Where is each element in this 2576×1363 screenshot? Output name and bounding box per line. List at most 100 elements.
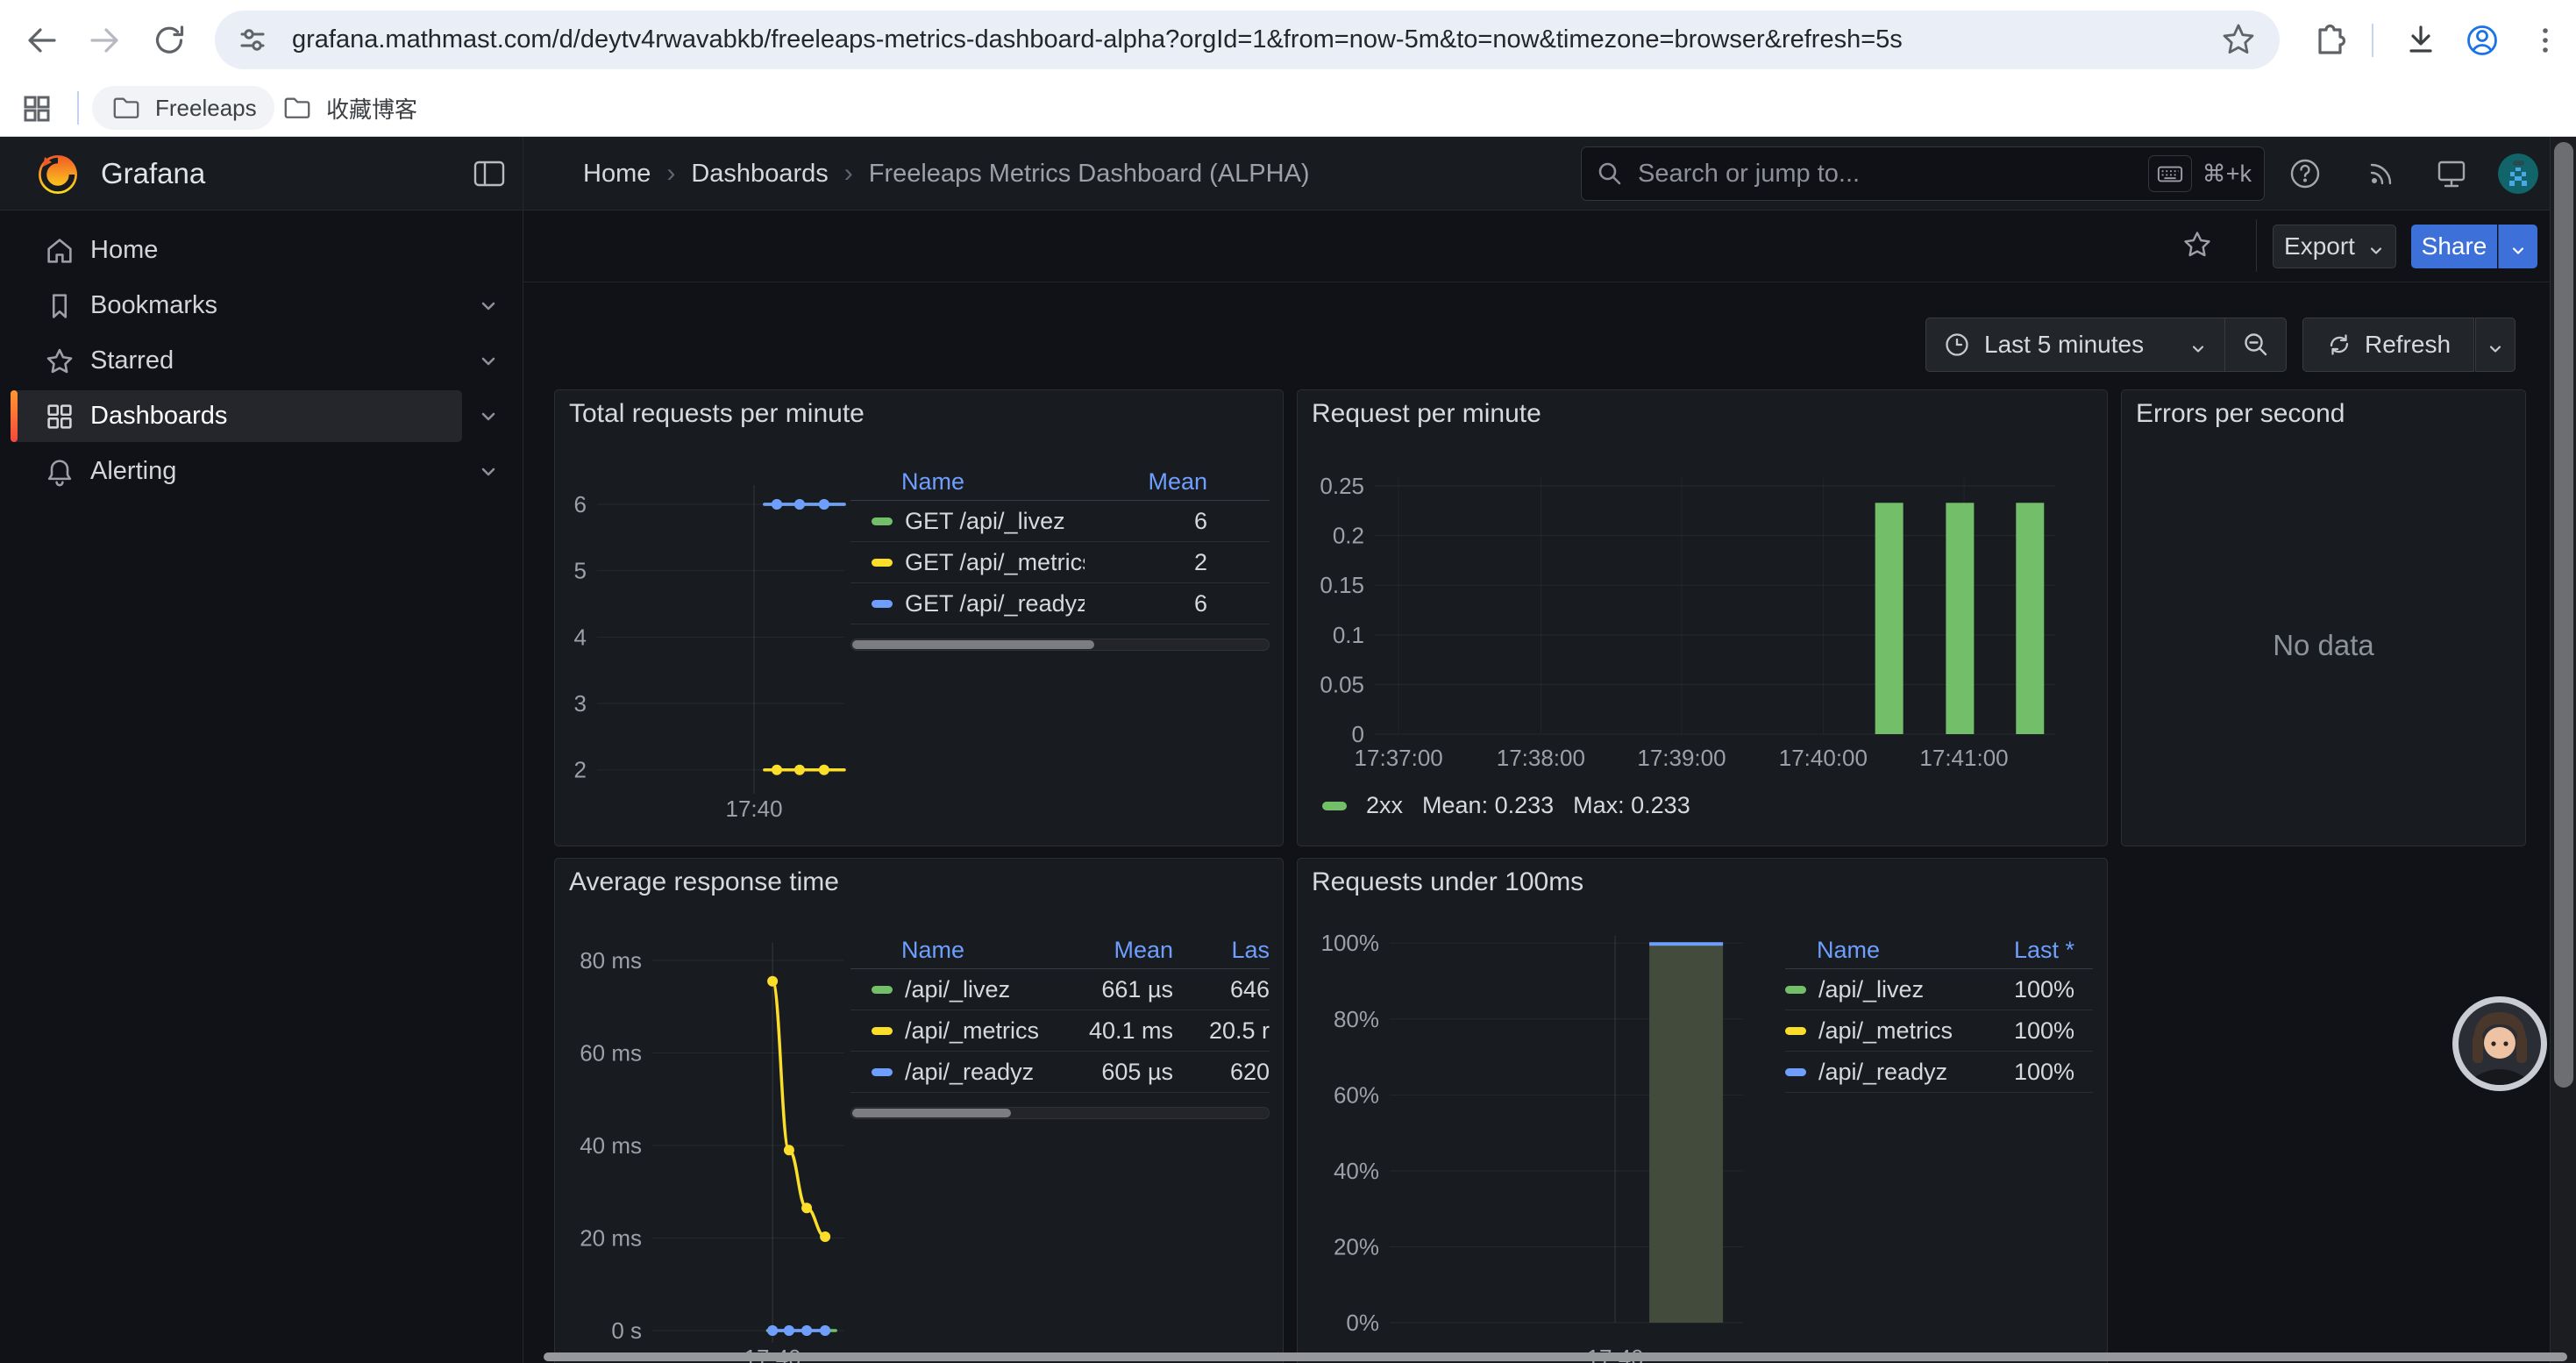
browser-menu-button[interactable] (2525, 20, 2565, 61)
export-button[interactable]: Export (2273, 225, 2396, 268)
table-row: /api/_readyz 605 µs 620 (850, 1052, 1270, 1093)
sidebar-item-home[interactable]: Home (0, 223, 523, 278)
chevron-down-icon[interactable] (478, 296, 499, 317)
profile-button[interactable] (2462, 20, 2502, 61)
svg-text:3: 3 (574, 690, 587, 717)
series-mean: 605 µs (1042, 1059, 1173, 1086)
time-range-picker[interactable]: Last 5 minutes (1925, 318, 2225, 372)
search-icon (1582, 160, 1638, 188)
address-bar[interactable]: grafana.mathmast.com/d/deytv4rwavabkb/fr… (215, 11, 2280, 69)
legend-series-name[interactable]: 2xx (1366, 792, 1403, 819)
sidebar-item-dashboards[interactable]: Dashboards (0, 389, 523, 444)
scrollbar-thumb[interactable] (2554, 142, 2573, 1088)
chevron-down-icon (2487, 336, 2504, 353)
series-swatch (1322, 802, 1347, 810)
series-swatch (1785, 1027, 1806, 1035)
series-name[interactable]: /api/_livez (905, 976, 1042, 1003)
bookmarks-divider (77, 91, 79, 125)
bookmark-folder-freeleaps[interactable]: Freeleaps (92, 86, 274, 130)
browser-forward-button[interactable] (85, 20, 125, 61)
zoom-out-icon (2242, 331, 2270, 359)
table-scrollbar[interactable] (850, 639, 1270, 651)
panel-requests-under-100ms: Requests under 100ms 100%80%60%40%20%0%1… (1297, 858, 2108, 1363)
col-header-mean[interactable]: Mean (1042, 937, 1173, 964)
col-header-name[interactable]: Name (901, 937, 1042, 964)
grafana-logo[interactable] (33, 149, 82, 198)
series-name[interactable]: /api/_livez (1818, 976, 1960, 1003)
bookmark-label: 收藏博客 (326, 92, 417, 125)
site-settings-icon[interactable] (232, 19, 273, 60)
apps-grid-icon[interactable] (19, 91, 54, 126)
col-header-last[interactable]: Last * (1960, 937, 2074, 964)
back-icon (21, 20, 61, 61)
series-swatch (1785, 986, 1806, 994)
search-input[interactable]: Search or jump to... ⌘+k (1581, 146, 2265, 201)
browser-back-button[interactable] (21, 20, 61, 61)
browser-chrome: grafana.mathmast.com/d/deytv4rwavabkb/fr… (0, 0, 2576, 137)
series-name[interactable]: /api/_readyz (905, 1059, 1042, 1086)
sidebar-item-bookmarks[interactable]: Bookmarks (0, 278, 523, 333)
panel-errors-per-second: Errors per second No data (2121, 389, 2526, 846)
help-button[interactable] (2288, 156, 2323, 191)
downloads-button[interactable] (2401, 20, 2441, 61)
bookmark-star-icon[interactable] (2218, 19, 2259, 60)
user-avatar[interactable] (2498, 153, 2538, 194)
zoom-out-time-button[interactable] (2225, 318, 2287, 372)
series-swatch (872, 986, 893, 994)
table-row: /api/_metrics 100% (1785, 1010, 2093, 1052)
clock-icon (1944, 332, 1970, 358)
table-row: GET /api/_livez 6 (850, 501, 1270, 542)
share-dropdown-button[interactable] (2498, 225, 2537, 268)
refresh-button[interactable]: Refresh (2302, 318, 2474, 372)
rss-icon (2364, 156, 2399, 191)
series-name[interactable]: GET /api/_metrics (905, 549, 1085, 576)
table-row: /api/_livez 661 µs 646 (850, 969, 1270, 1010)
panel-title[interactable]: Errors per second (2136, 399, 2345, 429)
share-button[interactable]: Share (2411, 225, 2497, 268)
chevron-down-icon[interactable] (478, 406, 499, 427)
series-name[interactable]: GET /api/_readyz (905, 590, 1085, 617)
refresh-interval-dropdown[interactable] (2475, 318, 2516, 372)
col-header-name[interactable]: Name (1817, 937, 1960, 964)
url-text[interactable]: grafana.mathmast.com/d/deytv4rwavabkb/fr… (292, 11, 2174, 69)
browser-reload-button[interactable] (149, 20, 189, 61)
svg-text:0.05: 0.05 (1320, 671, 1364, 697)
folder-icon (110, 91, 143, 125)
svg-text:0%: 0% (1346, 1309, 1379, 1336)
sidebar-item-starred[interactable]: Starred (0, 333, 523, 389)
bookmark-folder-blogs[interactable]: 收藏博客 (263, 86, 435, 130)
bar-chart: 0.250.20.150.10.05017:37:0017:38:0017:39… (1298, 390, 2108, 846)
panel-request-per-minute: Request per minute 0.250.20.150.10.05017… (1297, 389, 2108, 846)
extensions-button[interactable] (2308, 20, 2348, 61)
mega-menu-toggle[interactable] (473, 160, 505, 188)
bookmarks-bar: Freeleaps 收藏博客 (0, 81, 2576, 135)
kiosk-mode-button[interactable] (2434, 156, 2469, 191)
series-name[interactable]: GET /api/_livez (905, 508, 1085, 535)
svg-text:40%: 40% (1334, 1158, 1379, 1184)
breadcrumb-home[interactable]: Home (583, 160, 651, 189)
news-button[interactable] (2364, 156, 2399, 191)
series-name[interactable]: /api/_metrics (905, 1017, 1042, 1045)
home-icon (44, 235, 75, 267)
series-name[interactable]: /api/_readyz (1818, 1059, 1960, 1086)
dashboard-subheader: Export Share (523, 211, 2576, 282)
chevron-down-icon[interactable] (478, 351, 499, 372)
col-header-name[interactable]: Name (901, 468, 1085, 496)
download-icon (2401, 20, 2441, 61)
chevron-down-icon[interactable] (478, 461, 499, 482)
svg-text:0: 0 (1352, 721, 1364, 747)
page-horizontal-scrollbar[interactable] (544, 1352, 2567, 1361)
page-vertical-scrollbar[interactable] (2550, 137, 2576, 1363)
col-header-mean[interactable]: Mean (1085, 468, 1207, 496)
sidebar-item-alerting[interactable]: Alerting (0, 444, 523, 499)
svg-text:20%: 20% (1334, 1233, 1379, 1260)
assistant-avatar-button[interactable] (2451, 995, 2549, 1093)
table-scrollbar[interactable] (850, 1107, 1270, 1119)
favorite-star-button[interactable] (2181, 229, 2213, 260)
col-header-last[interactable]: Las (1173, 937, 1270, 964)
toolbar-divider (2372, 24, 2373, 57)
series-name[interactable]: /api/_metrics (1818, 1017, 1960, 1045)
series-swatch (872, 1027, 893, 1035)
breadcrumb-dashboards[interactable]: Dashboards (691, 160, 828, 189)
breadcrumb-separator: › (844, 159, 853, 189)
